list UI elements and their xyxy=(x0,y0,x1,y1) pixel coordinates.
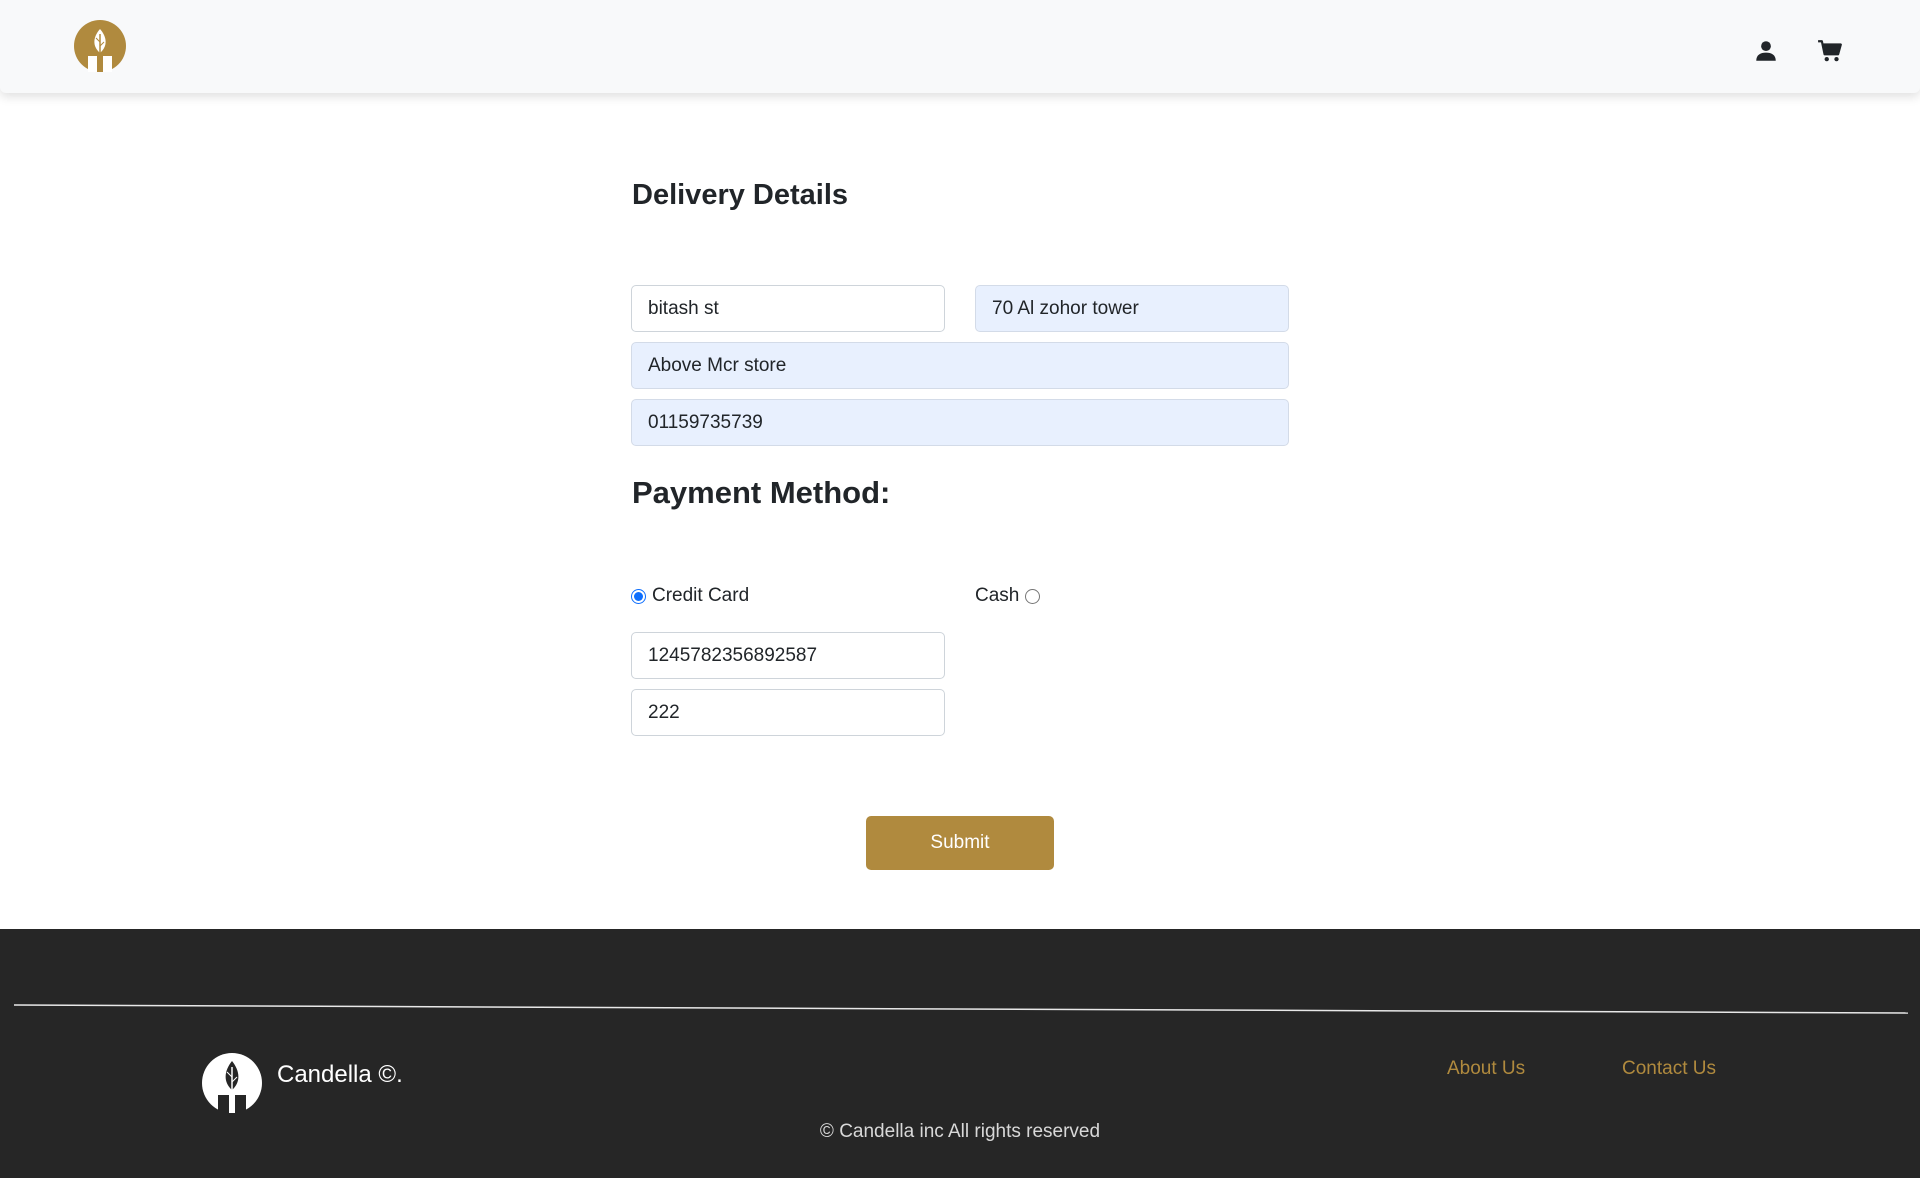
footer-brand-name: Candella ©. xyxy=(277,1061,403,1088)
credit-card-radio[interactable] xyxy=(631,588,646,604)
credit-card-label: Credit Card xyxy=(652,585,750,606)
footer-divider xyxy=(13,1004,1909,1014)
shopping-cart-icon[interactable] xyxy=(1817,38,1843,64)
payment-method-title: Payment Method: xyxy=(632,475,891,510)
cash-option[interactable]: Cash xyxy=(975,585,1041,607)
footer: Candella ©. About Us Contact Us © Candel… xyxy=(0,929,1920,1178)
cvv-field[interactable] xyxy=(631,689,945,736)
user-icon[interactable] xyxy=(1753,38,1779,64)
submit-button[interactable]: Submit xyxy=(866,816,1054,870)
landmark-field[interactable] xyxy=(631,342,1289,389)
street-field[interactable] xyxy=(631,285,945,332)
phone-field[interactable] xyxy=(631,399,1289,446)
candle-leaf-logo-icon[interactable] xyxy=(74,20,126,72)
cash-radio[interactable] xyxy=(1025,588,1041,604)
card-number-field[interactable] xyxy=(631,632,945,679)
contact-us-link[interactable]: Contact Us xyxy=(1622,1058,1716,1080)
copyright-text: © Candella inc All rights reserved xyxy=(819,1121,1101,1142)
candle-leaf-logo-icon xyxy=(202,1053,262,1113)
delivery-details-title: Delivery Details xyxy=(632,179,849,211)
building-field[interactable] xyxy=(975,285,1289,332)
credit-card-option[interactable]: Credit Card xyxy=(631,585,749,607)
navbar xyxy=(0,0,1920,93)
about-us-link[interactable]: About Us xyxy=(1447,1058,1525,1080)
cash-label: Cash xyxy=(975,585,1020,606)
